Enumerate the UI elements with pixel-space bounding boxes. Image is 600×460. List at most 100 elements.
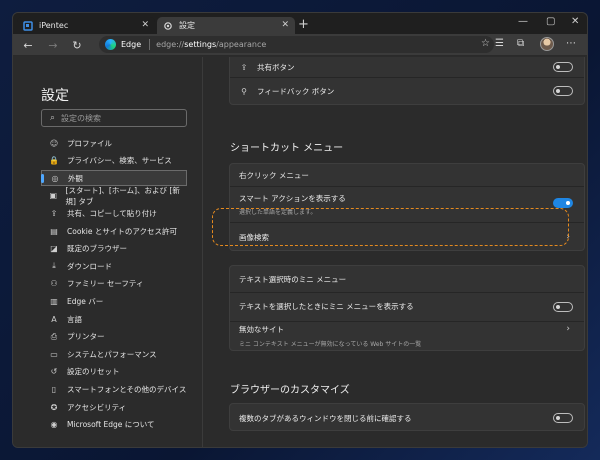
search-icon: ⌕: [50, 113, 56, 123]
close-window-button[interactable]: ✕: [571, 16, 579, 27]
minimize-button[interactable]: —: [518, 16, 528, 27]
feedback-icon: ⚲: [241, 86, 247, 96]
sidebar-item[interactable]: 🔒 プライバシー、検索、サービス: [41, 153, 187, 169]
avatar[interactable]: [540, 37, 554, 51]
row-label: テキストを選択したときにミニ メニューを表示する: [239, 302, 414, 311]
system-icon: ▭: [50, 349, 58, 359]
search-input[interactable]: [61, 113, 182, 123]
edge-logo-icon: [105, 39, 116, 50]
back-button[interactable]: ←: [20, 37, 36, 53]
tab-icon: ▣: [49, 191, 58, 201]
sidebar-item[interactable]: ✪ アクセシビリティ: [41, 399, 187, 415]
card-header: 右クリック メニュー: [230, 164, 584, 186]
feedback-button-row[interactable]: ⚲ フィードバック ボタン: [230, 82, 584, 100]
sidebar-item[interactable]: ▭ システムとパフォーマンス: [41, 346, 187, 362]
row-label: 無効なサイト: [239, 325, 284, 334]
tab-title: 設定: [179, 21, 195, 30]
tab-close-icon[interactable]: ✕: [141, 20, 149, 30]
refresh-button[interactable]: ↻: [69, 37, 85, 53]
sidebar-item[interactable]: ⤓ ダウンロード: [41, 258, 187, 274]
maximize-button[interactable]: ▢: [546, 16, 555, 27]
more-options-icon[interactable]: ⋯: [566, 38, 576, 49]
sidebar-item-label: プライバシー、検索、サービス: [67, 156, 172, 166]
lock-icon: 🔒: [49, 156, 59, 166]
sidebar-item-label: スマートフォンとその他のデバイス: [67, 384, 187, 394]
sidebar-item-label: 外観: [68, 173, 83, 183]
phone-icon: ▯: [51, 384, 57, 394]
address-divider: [149, 39, 151, 50]
sidebar-item[interactable]: ☺ プロファイル: [41, 135, 187, 151]
sidebar-item[interactable]: ◪ 既定のブラウザー: [41, 241, 187, 257]
language-icon: A: [51, 314, 57, 324]
url-suffix: /appearance: [216, 40, 267, 49]
sidebar-item[interactable]: ⇪ 共有、コピーして貼り付け: [41, 205, 187, 221]
sidebar-item-label: ファミリー セーフティ: [67, 279, 144, 289]
sidebar-item[interactable]: A 言語: [41, 311, 187, 327]
tab-close-icon[interactable]: ✕: [281, 20, 289, 30]
gear-icon: [163, 21, 173, 31]
toggle-switch[interactable]: [553, 86, 573, 96]
share-icon: ⇪: [50, 208, 58, 218]
url-prefix: edge://: [156, 40, 185, 49]
share-button-row[interactable]: ⇪ 共有ボタン: [230, 58, 584, 76]
sidebar-item-label: システムとパフォーマンス: [67, 349, 157, 359]
sidebar-item-label: ダウンロード: [67, 261, 112, 271]
tab-strip: iPentec ✕ 設定 ✕ + — ▢ ✕: [13, 13, 587, 34]
new-tab-button[interactable]: +: [298, 17, 309, 32]
sidebar-item[interactable]: ▤ Cookie とサイトのアクセス許可: [41, 223, 187, 239]
tab-ipentec[interactable]: iPentec ✕: [17, 17, 155, 34]
sidebar-item[interactable]: ⚇ ファミリー セーフティ: [41, 276, 187, 292]
favorites-icon[interactable]: ☰: [495, 38, 504, 49]
toggle-switch[interactable]: [553, 62, 573, 72]
confirm-close-row[interactable]: 複数のタブがあるウィンドウを閉じる前に確認する: [230, 404, 584, 432]
address-bar[interactable]: Edge edge:// settings /appearance ☆: [99, 36, 494, 53]
ipentec-favicon-icon: [23, 20, 33, 31]
row-label: スマート アクションを表示する: [239, 193, 346, 203]
forward-button[interactable]: →: [45, 37, 61, 53]
disabled-sites-row[interactable]: 無効なサイト ミニ コンテキスト メニューが無効になっている Web サイトの一…: [230, 322, 584, 350]
address-brand: Edge: [121, 40, 142, 49]
sidebar-item[interactable]: ▯ スマートフォンとその他のデバイス: [41, 381, 187, 397]
divider: [230, 77, 584, 78]
card-header: テキスト選択時のミニ メニュー: [230, 266, 584, 292]
sidebar-item-label: プロファイル: [67, 138, 112, 148]
family-icon: ⚇: [50, 279, 58, 289]
highlight-annotation: [212, 208, 569, 246]
sidebar-item-label: アクセシビリティ: [67, 402, 127, 412]
mini-menu-toggle-row[interactable]: テキストを選択したときにミニ メニューを表示する: [230, 293, 584, 320]
sidebar-item[interactable]: ⎙ プリンター: [41, 329, 187, 345]
browser-icon: ◪: [50, 244, 58, 254]
add-favorite-icon[interactable]: ☆: [481, 38, 490, 49]
mini-menu-toggle[interactable]: [553, 302, 573, 312]
sidebar-item[interactable]: ↺ 設定のリセット: [41, 364, 187, 380]
settings-search[interactable]: ⌕: [41, 109, 187, 127]
sidebar-item-label: Cookie とサイトのアクセス許可: [67, 226, 177, 236]
toolbar-buttons-card: ⇪ 共有ボタン ⚲ フィードバック ボタン: [229, 57, 585, 105]
cookie-icon: ▤: [50, 226, 58, 236]
confirm-close-toggle[interactable]: [553, 413, 573, 423]
tab-title: iPentec: [39, 21, 69, 30]
toolbar: ← → ↻ Edge edge:// settings /appearance …: [13, 34, 587, 56]
row-label: フィードバック ボタン: [257, 86, 335, 96]
card-header-label: 右クリック メニュー: [239, 170, 309, 180]
sidebar-item-label: 既定のブラウザー: [67, 244, 127, 254]
sidebar-item-label: Edge バー: [67, 296, 104, 306]
sidebar-item[interactable]: ◉ Microsoft Edge について: [41, 417, 187, 433]
sidebar-item-label: 共有、コピーして貼り付け: [67, 208, 157, 218]
browser-customize-card: 複数のタブがあるウィンドウを閉じる前に確認する: [229, 403, 585, 431]
sidebar-item-label: 言語: [67, 314, 82, 324]
sidebar-item[interactable]: ▥ Edge バー: [41, 293, 187, 309]
tab-settings[interactable]: 設定 ✕: [157, 17, 295, 34]
mini-menu-card: テキスト選択時のミニ メニュー テキストを選択したときにミニ メニューを表示する…: [229, 265, 585, 351]
profile-icon: ☺: [49, 138, 59, 148]
page-title: 設定: [41, 88, 69, 104]
row-label: 共有ボタン: [257, 62, 295, 72]
sidebar-item[interactable]: ▣ [スタート]、[ホーム]、および [新規] タブ: [41, 186, 187, 206]
sidebar-item-label: Microsoft Edge について: [67, 420, 155, 430]
edge-bar-icon: ▥: [50, 296, 58, 306]
sidebar-item[interactable]: ◎ 外観: [41, 170, 187, 187]
smart-actions-toggle[interactable]: [553, 198, 573, 208]
card-header-label: テキスト選択時のミニ メニュー: [239, 274, 347, 284]
download-icon: ⤓: [52, 261, 56, 271]
collections-icon[interactable]: ⧉: [517, 38, 524, 49]
